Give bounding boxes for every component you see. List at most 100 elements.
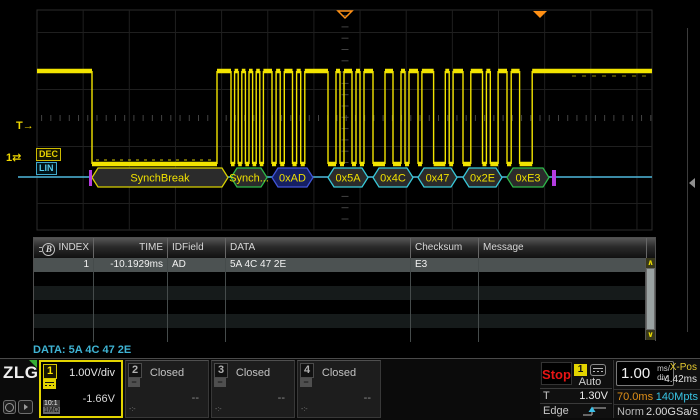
decode-label-text: 0xE3 [515, 173, 540, 185]
xpos-label: X-Pos [670, 362, 697, 373]
table-cell [94, 300, 168, 314]
memory-depth: 140Mpts [656, 391, 698, 403]
bus-icon: B [42, 243, 55, 256]
capture-window: 70.0ms [617, 391, 653, 403]
table-cell [226, 300, 411, 314]
status-bar: ZLG 1 1.00V/div -1.66V 10:1 1MΩ 2 − Clos… [0, 358, 700, 420]
channel1-box[interactable]: 1 1.00V/div -1.66V 10:1 1MΩ [39, 360, 123, 418]
logo-section: ZLG [0, 359, 38, 420]
table-cell [34, 314, 94, 328]
xpos-value: -4.42ms [661, 374, 697, 385]
frame-end-marker [552, 170, 556, 186]
acquire-mode: Norm [617, 406, 644, 418]
table-cell: -10.1929ms [94, 258, 168, 272]
decode-label-text: SynchBreak [130, 173, 190, 185]
table-cell: 5A 4C 47 2E [226, 258, 411, 272]
table-cell [168, 314, 226, 328]
channel2-box[interactable]: 2 − Closed -- -:- [125, 360, 209, 418]
channel4-value: -- [364, 392, 371, 404]
waveform-display: SynchBreakSynch...0xAD0x5A0x4C0x470x2E0x… [0, 0, 700, 236]
touch-gesture-icon[interactable] [3, 400, 16, 414]
channel4-status: Closed [298, 367, 380, 379]
table-cell [479, 286, 647, 300]
decode-label-text: 0x4C [380, 173, 406, 185]
table-cell [168, 272, 226, 286]
channel3-status: Closed [212, 367, 294, 379]
channel2-value: -- [192, 392, 199, 404]
dec-badge[interactable]: DEC [36, 148, 61, 161]
table-cell [411, 328, 479, 342]
decode-label-text: 0xAD [279, 173, 306, 185]
offscreen-arrows-icon: ⇄ [12, 152, 21, 164]
table-cell [479, 314, 647, 328]
table-cell [411, 300, 479, 314]
table-row[interactable] [34, 300, 655, 314]
table-cell [411, 272, 479, 286]
lin-badge[interactable]: LIN [36, 162, 57, 175]
table-cell [479, 272, 647, 286]
channel3-coupling-icon: − [214, 378, 226, 387]
side-panel-divider [687, 28, 688, 332]
channel2-coupling-icon: − [128, 378, 140, 387]
table-cell [411, 286, 479, 300]
table-cell [479, 300, 647, 314]
sample-rate: 2.00GSa/s [646, 406, 698, 418]
channel4-coupling-icon: − [300, 378, 312, 387]
channel1-scale: 1.00V/div [69, 367, 115, 379]
decode-table: BINDEX TIME IDField DATA Checksum Messag… [33, 237, 656, 341]
trigger-delay-marker-icon[interactable] [338, 11, 352, 18]
table-cell [479, 258, 647, 272]
decode-label-text: 0x47 [426, 173, 450, 185]
table-row[interactable] [34, 286, 655, 300]
trigger-section: Stop 1 Auto T 1.30V Edge [540, 360, 612, 418]
trigger-type-row[interactable]: Edge [540, 403, 612, 418]
side-panel-expand-icon[interactable] [689, 178, 695, 188]
table-scrollbar[interactable]: ∧ ∨ [645, 258, 655, 340]
acquisition-status[interactable]: Stop [541, 362, 572, 385]
channel1-probe-info: 10:1 1MΩ [43, 400, 60, 414]
table-cell [168, 328, 226, 342]
table-cell: 1 [34, 258, 94, 272]
decode-label-text: 0x5A [335, 173, 361, 185]
table-cell [226, 272, 411, 286]
scroll-thumb[interactable] [646, 268, 655, 330]
rising-edge-icon [582, 405, 608, 420]
channel3-box[interactable]: 3 − Closed -- -:- [211, 360, 295, 418]
table-row-selected[interactable]: 1-10.1929msAD5A 4C 47 2EE3 [34, 258, 655, 272]
table-row[interactable] [34, 272, 655, 286]
scroll-up-button[interactable]: ∧ [646, 258, 655, 268]
channel1-position-marker[interactable]: 1⇄ [6, 152, 21, 164]
table-cell [34, 328, 94, 342]
trigger-source-badge[interactable]: 1 [574, 364, 587, 376]
table-cell: E3 [411, 258, 479, 272]
table-cell [34, 300, 94, 314]
trigger-sweep-mode[interactable]: Auto [573, 376, 607, 388]
header-checksum: Checksum [411, 238, 479, 258]
header-index: BINDEX [34, 238, 94, 258]
decode-label-text: 0x2E [470, 173, 495, 185]
channel1-number: 1 [43, 364, 57, 379]
capture-window-row: 70.0ms 140Mpts [614, 389, 700, 403]
trigger-level-row[interactable]: T 1.30V [540, 388, 612, 402]
channel3-value: -- [278, 392, 285, 404]
header-message: Message [479, 238, 647, 258]
channel3-probe-info: -:- [215, 406, 222, 413]
channel4-box[interactable]: 4 − Closed -- -:- [297, 360, 381, 418]
table-cell [34, 286, 94, 300]
table-row[interactable] [34, 328, 655, 342]
table-row[interactable] [34, 314, 655, 328]
channel2-status: Closed [126, 367, 208, 379]
timebase-section: 1.00 ms/div X-Pos -4.42ms 70.0ms 140Mpts… [614, 360, 700, 418]
decode-table-body: 1-10.1929msAD5A 4C 47 2EE3 [34, 258, 655, 342]
selected-data-readout: DATA: 5A 4C 47 2E [33, 344, 131, 356]
timebase-scale-value: 1.00 [621, 365, 650, 382]
trigger-level-value: 1.30V [579, 390, 608, 402]
table-cell [411, 314, 479, 328]
trigger-level-marker[interactable]: T→ [16, 120, 34, 132]
pointer-tool-icon[interactable] [18, 400, 33, 414]
scroll-down-button[interactable]: ∨ [646, 330, 655, 340]
trigger-coupling-icon[interactable] [590, 364, 606, 376]
oscilloscope-screen: SynchBreakSynch...0xAD0x5A0x4C0x470x2E0x… [0, 0, 700, 420]
trigger-level-label: T [543, 390, 550, 402]
header-idfield: IDField [168, 238, 226, 258]
